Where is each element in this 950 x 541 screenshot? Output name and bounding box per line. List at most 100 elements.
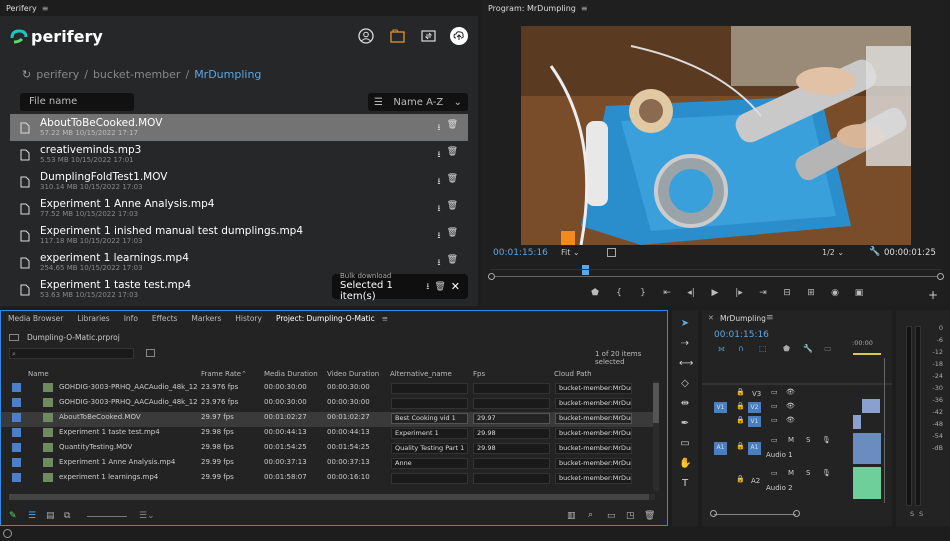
download-icon[interactable]: ⭳ [437,228,440,244]
solo-left-button[interactable]: S [910,510,914,518]
playhead-scrub-bar[interactable] [488,265,944,280]
alt-name-field[interactable] [391,398,468,409]
col-name[interactable]: Name [28,370,49,378]
slip-icon[interactable]: ⇹ [679,398,691,410]
audio-clip[interactable] [853,467,881,499]
label-color-chip[interactable] [12,398,21,407]
panel-menu-icon[interactable]: ≡ [766,313,774,323]
trash-icon[interactable]: 🗑 [447,174,458,190]
timeline-timecode[interactable]: 00:01:15:16 [714,330,769,340]
marker-icon[interactable]: ⬟ [783,344,790,353]
panel-menu-icon[interactable]: ≡ [382,311,388,327]
mute-button[interactable]: M [788,469,794,477]
file-row[interactable]: Experiment 1 Anne Analysis.mp4 77.52 MB … [10,195,468,222]
timeline-vscroll[interactable] [884,358,885,503]
mark-in-icon[interactable]: { [614,287,624,299]
sync-lock-icon[interactable]: ▭ [771,469,778,477]
crumb-root[interactable]: perifery [36,68,79,81]
fps-field[interactable] [473,383,550,394]
cloud-path-field[interactable]: bucket-member:MrDun [555,428,632,439]
download-icon[interactable]: ⭳ [437,120,440,136]
scrub-end-handle[interactable] [937,273,944,280]
project-search-input[interactable]: ⌕ [9,348,134,359]
sync-lock-icon[interactable]: ▭ [771,416,778,424]
snap-icon[interactable]: ⟗ [718,344,725,354]
track-select-icon[interactable]: ⇢ [679,338,691,350]
col-cloud-path[interactable]: Cloud Path [554,370,592,378]
upload-icon[interactable] [450,27,468,45]
source-patch-v1[interactable]: V1 [714,402,727,413]
fps-field[interactable] [473,458,550,469]
lift-icon[interactable]: ⊟ [782,287,792,299]
compare-icon[interactable]: ▣ [854,287,864,299]
tab-effects[interactable]: Effects [145,311,185,327]
cloud-path-field[interactable]: bucket-member:MrDun [555,473,632,484]
lock-icon[interactable]: 🔒 [736,475,745,483]
col-alternative-name[interactable]: Alternative_name [390,370,452,378]
panel-menu-icon[interactable]: ≡ [42,4,49,13]
eye-icon[interactable]: 👁 [786,402,795,410]
mic-icon[interactable]: 🎙 [822,469,831,477]
cloud-path-field[interactable]: bucket-member:MrDun [555,383,632,394]
table-row[interactable]: experiment 1 learnings.mp4 29.99 fps 00:… [1,472,657,487]
new-item-icon[interactable]: ◳ [626,511,635,521]
solo-button[interactable]: S [806,436,810,444]
freeform-view-icon[interactable]: ⧉ [64,511,70,521]
download-icon[interactable]: ⭳ [437,174,440,190]
label-color-chip[interactable] [12,428,21,437]
track-toggle-v2[interactable]: V2 [748,402,761,413]
col-frame-rate[interactable]: Frame Rate [201,370,241,378]
resolution-dropdown[interactable]: 1/2 ⌄ [822,248,860,257]
sort-dropdown[interactable]: ☰ Name A-Z ⌄ [368,93,468,111]
scrub-start-handle[interactable] [488,273,495,280]
solo-right-button[interactable]: S [919,510,923,518]
delete-icon[interactable]: 🗑 [644,511,655,521]
new-bin-bottom-icon[interactable]: ▭ [607,511,616,521]
scroll-handle[interactable] [793,510,800,517]
fps-field[interactable] [473,473,550,484]
table-row[interactable]: GOHDIG-3003-PRHQ_AACAudio_48k_128-1 23.9… [1,397,657,412]
label-color-chip[interactable] [12,443,21,452]
extract-icon[interactable]: ⊞ [806,287,816,299]
folder-icon[interactable] [388,27,406,45]
eye-icon[interactable]: 👁 [786,416,795,424]
tab-media-browser[interactable]: Media Browser [1,311,70,327]
sync-lock-icon[interactable]: ▭ [771,388,778,396]
file-row[interactable]: Experiment 1 inished manual test dumplin… [10,222,468,249]
scroll-thumb[interactable] [653,383,659,423]
add-button-icon[interactable]: + [928,288,938,302]
cloud-path-field[interactable]: bucket-member:MrDun [555,398,632,409]
pencil-icon[interactable]: ✎ [9,511,17,521]
hand-icon[interactable]: ✋ [679,458,691,470]
lock-icon[interactable]: 🔒 [736,402,745,410]
go-to-in-icon[interactable]: ⇤ [662,287,672,299]
mic-icon[interactable]: 🎙 [822,436,831,444]
download-icon[interactable]: ⭳ [437,255,440,271]
alt-name-field[interactable]: Quality Testing Part 1 [391,443,468,454]
mark-out-icon[interactable]: } [638,287,648,299]
camera-icon[interactable]: ◉ [830,287,840,299]
tab-info[interactable]: Info [117,311,145,327]
sync-lock-icon[interactable]: ▭ [771,436,778,444]
account-icon[interactable] [357,27,375,45]
file-row[interactable]: creativeminds.mp3 5.53 MB 10/15/2022 17:… [10,141,468,168]
tab-project[interactable]: Project: Dumpling-O-Matic [269,311,382,327]
track-toggle-v1[interactable]: V1 [748,416,761,427]
table-row[interactable]: QuantityTesting.MOV 29.98 fps 00:01:54:2… [1,442,657,457]
panel-menu-icon[interactable]: ≡ [581,4,588,13]
video-clip[interactable] [862,399,880,413]
razor-icon[interactable]: ◇ [679,378,691,390]
step-forward-icon[interactable]: |▸ [734,287,744,299]
fps-field[interactable]: 29.98 [473,443,550,454]
label-color-chip[interactable] [12,413,21,422]
scroll-handle[interactable] [710,510,717,517]
automate-icon[interactable]: ▥ [567,511,576,521]
find-icon[interactable]: ⌕ [588,510,593,520]
selection-tool-icon[interactable]: ➤ [679,318,691,330]
fps-field[interactable]: 29.97 [473,413,550,424]
trash-icon[interactable]: 🗑 [447,228,458,244]
type-icon[interactable]: T [679,478,691,490]
alt-name-field[interactable] [391,383,468,394]
col-media-duration[interactable]: Media Duration [264,370,318,378]
trash-icon[interactable]: 🗑 [434,282,445,292]
